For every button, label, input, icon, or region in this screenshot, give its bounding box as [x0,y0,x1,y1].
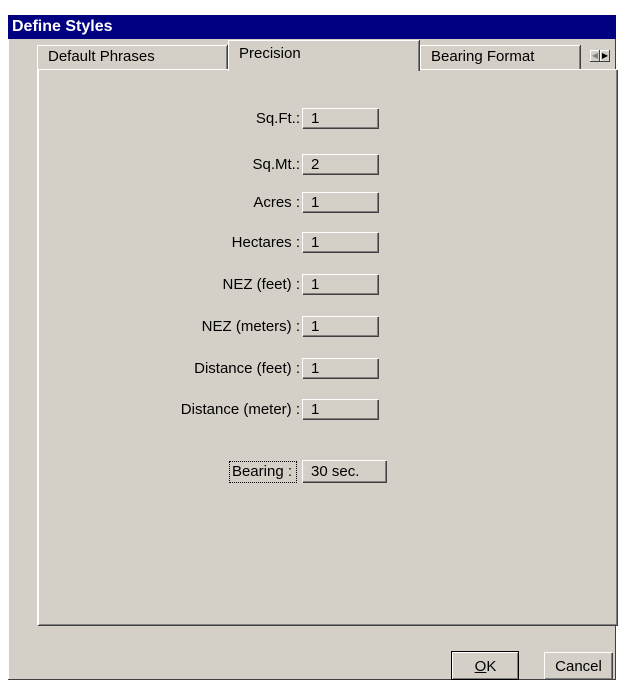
tab-label: Default Phrases [48,48,155,65]
arrow-right-icon[interactable]: ▶ [600,50,610,62]
tab-scroll-arrows: ◀ ▶ [590,50,610,62]
ok-label-rest: K [486,658,497,675]
acres-value[interactable]: 1 [302,192,378,212]
hectares-value[interactable]: 1 [302,232,378,252]
sqmt-label: Sq.Mt.: [252,156,300,173]
title-bar: Define Styles [8,15,616,39]
nez-feet-value[interactable]: 1 [302,274,378,294]
sqmt-value[interactable]: 2 [302,154,378,174]
ok-mnemonic: O [474,658,487,675]
cancel-button[interactable]: Cancel [544,652,612,679]
tab-default-phrases[interactable]: Default Phrases [37,45,227,69]
tab-precision[interactable]: Precision [228,40,419,71]
tab-label: Precision [239,45,301,62]
nez-meters-label: NEZ (meters) : [201,318,300,335]
acres-label: Acres : [253,194,300,211]
nez-feet-label: NEZ (feet) : [222,276,300,293]
sqft-value[interactable]: 1 [302,108,378,128]
sqft-label: Sq.Ft.: [255,110,300,127]
hectares-label: Hectares : [231,234,300,251]
distance-feet-label: Distance (feet) : [194,360,300,377]
tab-bearing-format[interactable]: Bearing Format [420,45,580,69]
arrow-left-icon[interactable]: ◀ [590,50,600,62]
bearing-label: Bearing : [229,461,297,483]
tab-label: Bearing Format [431,48,535,65]
window-title: Define Styles [12,18,113,35]
nez-meters-value[interactable]: 1 [302,316,378,336]
ok-button[interactable]: OK [451,651,519,680]
distance-feet-value[interactable]: 1 [302,358,378,378]
bearing-value[interactable]: 30 sec. [302,460,386,482]
distance-meter-value[interactable]: 1 [302,399,378,419]
precision-panel [37,69,617,625]
distance-meter-label: Distance (meter) : [180,401,300,418]
